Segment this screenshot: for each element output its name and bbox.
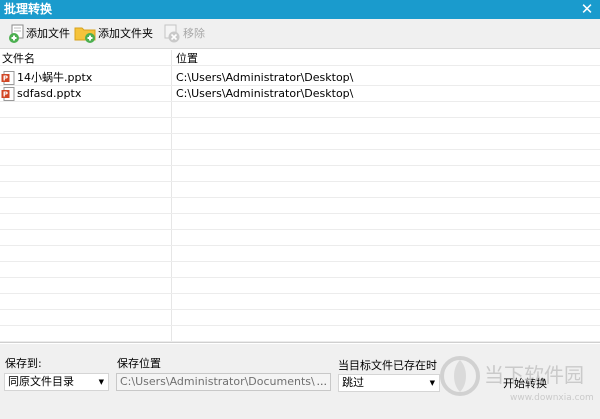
empty-row	[0, 182, 600, 198]
add-folder-icon	[74, 27, 96, 43]
column-header-location[interactable]: 位置	[176, 51, 198, 66]
empty-row	[0, 294, 600, 310]
empty-row	[0, 118, 600, 134]
empty-row	[0, 150, 600, 166]
empty-row	[0, 310, 600, 326]
title-bar: 批理转换 ✕	[0, 0, 600, 19]
close-icon[interactable]: ✕	[580, 1, 594, 17]
file-name: sdfasd.pptx	[17, 87, 82, 100]
pptx-file-icon: P	[1, 71, 15, 85]
empty-row	[0, 246, 600, 262]
empty-row	[0, 198, 600, 214]
add-file-button[interactable]: 添加文件	[8, 23, 70, 45]
column-header-filename[interactable]: 文件名	[2, 51, 35, 66]
save-to-label: 保存到:	[5, 357, 42, 370]
window-title: 批理转换	[4, 2, 53, 16]
remove-label: 移除	[183, 27, 205, 40]
file-location: C:\Users\Administrator\Desktop\	[176, 71, 354, 84]
browse-button[interactable]: ...	[317, 374, 328, 390]
dropdown-arrow-icon: ▼	[98, 378, 104, 386]
add-folder-label: 添加文件夹	[98, 27, 153, 40]
table-row[interactable]: P sdfasd.pptx C:\Users\Administrator\Des…	[0, 86, 600, 102]
if-exists-label: 当目标文件已存在时	[338, 359, 437, 372]
if-exists-dropdown[interactable]: 跳过 ▼	[338, 374, 440, 392]
empty-row	[0, 166, 600, 182]
table-row[interactable]: P 14小蜗牛.pptx C:\Users\Administrator\Desk…	[0, 70, 600, 86]
empty-row	[0, 326, 600, 342]
list-header: 文件名 位置	[0, 50, 600, 66]
options-panel: 保存到: 同原文件目录 ▼ 保存位置 C:\Users\Administrato…	[0, 344, 600, 419]
empty-row	[0, 278, 600, 294]
if-exists-value: 跳过	[342, 376, 364, 389]
file-name: 14小蜗牛.pptx	[17, 71, 93, 84]
svg-text:P: P	[3, 91, 8, 99]
pptx-file-icon: P	[1, 87, 15, 101]
save-to-value: 同原文件目录	[8, 375, 74, 388]
save-location-value: C:\Users\Administrator\Documents\	[120, 375, 315, 388]
add-file-label: 添加文件	[26, 27, 70, 40]
save-location-label: 保存位置	[117, 357, 161, 370]
empty-row	[0, 134, 600, 150]
svg-text:P: P	[3, 75, 8, 83]
save-location-field[interactable]: C:\Users\Administrator\Documents\ ...	[116, 373, 331, 391]
save-to-dropdown[interactable]: 同原文件目录 ▼	[4, 373, 109, 391]
empty-row	[0, 230, 600, 246]
empty-row	[0, 102, 600, 118]
start-convert-button[interactable]: 开始转换	[494, 375, 556, 393]
empty-row	[0, 214, 600, 230]
toolbar: 添加文件 添加文件夹 移除	[0, 19, 600, 49]
file-location: C:\Users\Administrator\Desktop\	[176, 87, 354, 100]
remove-button[interactable]: 移除	[163, 23, 205, 45]
dropdown-arrow-icon: ▼	[429, 379, 435, 387]
empty-row	[0, 262, 600, 278]
add-file-icon	[9, 24, 24, 43]
add-folder-button[interactable]: 添加文件夹	[74, 23, 153, 45]
remove-icon	[164, 24, 180, 43]
file-list[interactable]: 文件名 位置 P 14小蜗牛.pptx C:\Users\Administrat…	[0, 50, 600, 343]
